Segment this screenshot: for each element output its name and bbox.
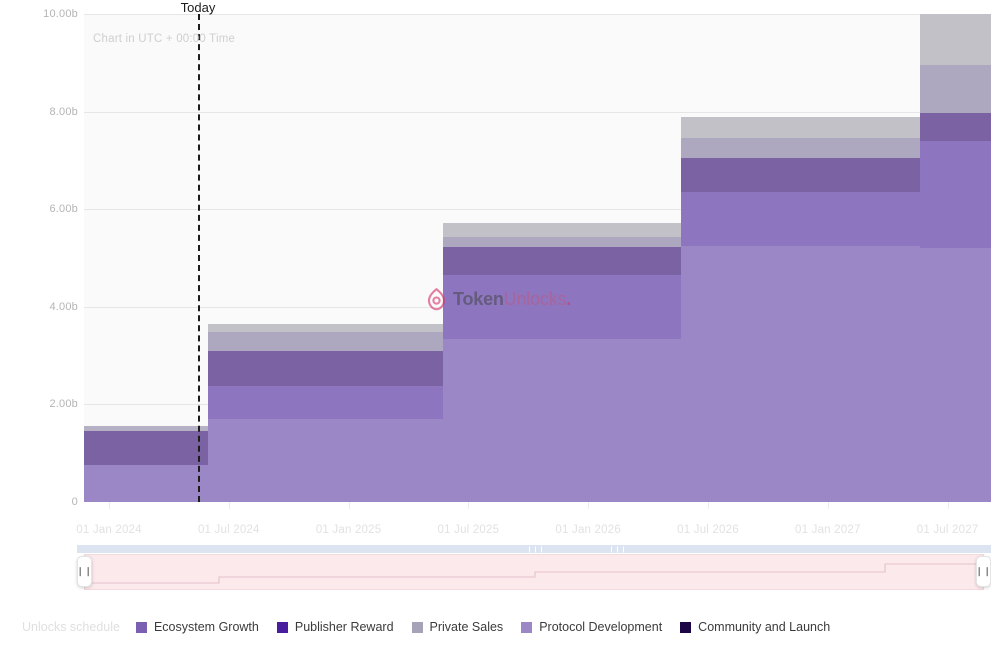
x-axis-tick xyxy=(228,502,230,509)
bar-segment[interactable] xyxy=(443,222,681,237)
bar-column[interactable] xyxy=(681,14,920,502)
range-slider-preview-curve xyxy=(85,563,983,584)
range-slider-track[interactable]: ❙❙❙ ❙❙❙ xyxy=(77,545,991,553)
bar-segment[interactable] xyxy=(920,248,991,502)
legend-swatch-icon xyxy=(276,621,288,633)
right-handle-grip-icon: ❙❙ xyxy=(975,566,991,576)
range-slider-left-handle[interactable]: ❙❙ xyxy=(76,556,93,587)
x-axis-tick xyxy=(109,502,110,509)
legend-swatch-icon xyxy=(680,621,692,633)
legend-swatch-icon xyxy=(135,621,147,633)
bar-segment[interactable] xyxy=(681,138,920,158)
bar-segment[interactable] xyxy=(920,113,991,141)
plot-inner xyxy=(84,14,991,502)
y-axis-tick-label: 6.00b xyxy=(49,203,78,216)
y-axis-tick-label: 8.00b xyxy=(49,105,78,118)
range-slider-right-handle[interactable]: ❙❙ xyxy=(975,556,991,587)
bar-segment[interactable] xyxy=(84,465,208,502)
x-axis-tick-label: 01 Jul 2026 xyxy=(677,524,739,536)
x-axis-tick-label: 01 Jul 2025 xyxy=(437,524,500,536)
range-slider-track-grip-right[interactable]: ❙❙❙ xyxy=(609,546,627,553)
bar-segment[interactable] xyxy=(920,65,991,114)
x-axis-tick-label: 01 Jan 2025 xyxy=(315,524,382,536)
y-axis-tick-label: 0 xyxy=(71,496,78,508)
legend-item-label: Publisher Reward xyxy=(294,620,394,634)
left-handle-grip-icon: ❙❙ xyxy=(76,566,93,576)
x-axis-tick-label: 01 Jan 2027 xyxy=(795,524,861,536)
bar-column[interactable] xyxy=(84,14,208,502)
bar-column[interactable] xyxy=(208,14,443,502)
range-slider[interactable]: ❙❙❙ ❙❙❙ ❙❙ ❙❙ xyxy=(76,545,991,592)
bar-segment[interactable] xyxy=(84,431,208,466)
legend-item-label: Ecosystem Growth xyxy=(153,620,259,634)
x-axis-tick-label: 01 Jul 2027 xyxy=(916,524,979,536)
today-marker-label: Today xyxy=(180,0,216,15)
x-axis-tick-label: 01 Jan 2024 xyxy=(76,524,142,536)
bar-segment[interactable] xyxy=(681,192,920,246)
y-axis-tick-label: 4.00b xyxy=(49,300,78,313)
legend-item[interactable]: Publisher Reward xyxy=(276,620,394,634)
legend-items: Ecosystem Growth Publisher Reward Private … xyxy=(135,620,848,634)
chart-legend: Unlocks schedule Ecosystem Growth Publish… xyxy=(22,620,848,634)
bar-segment[interactable] xyxy=(208,324,443,333)
y-axis-tick-label: 10.00b xyxy=(43,8,78,20)
legend-item-label: Community and Launch xyxy=(698,620,831,634)
bar-segment[interactable] xyxy=(681,117,920,139)
x-axis-tick xyxy=(827,502,829,509)
x-axis-tick xyxy=(468,502,470,509)
y-axis-tick-label: 2.00b xyxy=(49,398,78,411)
legend-item-label: Private Sales xyxy=(429,620,504,634)
bar-column[interactable] xyxy=(443,14,681,502)
legend-item-label: Protocol Development xyxy=(539,620,663,634)
bar-segment[interactable] xyxy=(208,419,443,502)
bar-segment[interactable] xyxy=(443,236,681,248)
range-slider-track-grip-left[interactable]: ❙❙❙ xyxy=(527,546,545,553)
bar-segment[interactable] xyxy=(681,157,920,193)
today-marker-line xyxy=(198,14,200,502)
legend-item[interactable]: Ecosystem Growth xyxy=(135,620,259,634)
utc-note: Chart in UTC + 00:00 Time xyxy=(93,33,236,45)
bar-column[interactable] xyxy=(920,14,991,502)
x-axis-tick xyxy=(947,502,949,509)
bar-segment[interactable] xyxy=(920,140,991,249)
legend-swatch-icon xyxy=(521,621,533,633)
legend-item[interactable]: Protocol Development xyxy=(521,620,662,634)
x-axis-tick xyxy=(708,502,709,509)
bar-segment[interactable] xyxy=(920,14,991,66)
range-slider-preview[interactable] xyxy=(84,554,984,590)
plot-area xyxy=(84,14,991,502)
x-axis-tick xyxy=(348,502,350,509)
chart-page: 0 2.00b 4.00b 6.00b 8.00b 10.00b 01 Jan 2024 0… xyxy=(0,0,991,646)
x-axis-tick xyxy=(588,502,590,509)
x-axis-tick-label: 01 Jan 2026 xyxy=(555,524,621,536)
legend-item[interactable]: Private Sales xyxy=(411,620,504,634)
legend-swatch-icon xyxy=(411,621,423,633)
bar-segment[interactable] xyxy=(443,275,681,339)
x-axis-tick-label: 01 Jul 2024 xyxy=(197,524,260,536)
legend-item[interactable]: Community and Launch xyxy=(680,620,830,634)
bar-segment[interactable] xyxy=(681,245,920,502)
bar-segment[interactable] xyxy=(443,338,681,502)
bar-segment[interactable] xyxy=(84,426,208,432)
bar-segment[interactable] xyxy=(443,247,681,276)
bar-segment[interactable] xyxy=(208,385,443,420)
bar-segment[interactable] xyxy=(208,350,443,386)
legend-title: Unlocks schedule xyxy=(22,620,120,634)
bar-segment[interactable] xyxy=(208,332,443,351)
